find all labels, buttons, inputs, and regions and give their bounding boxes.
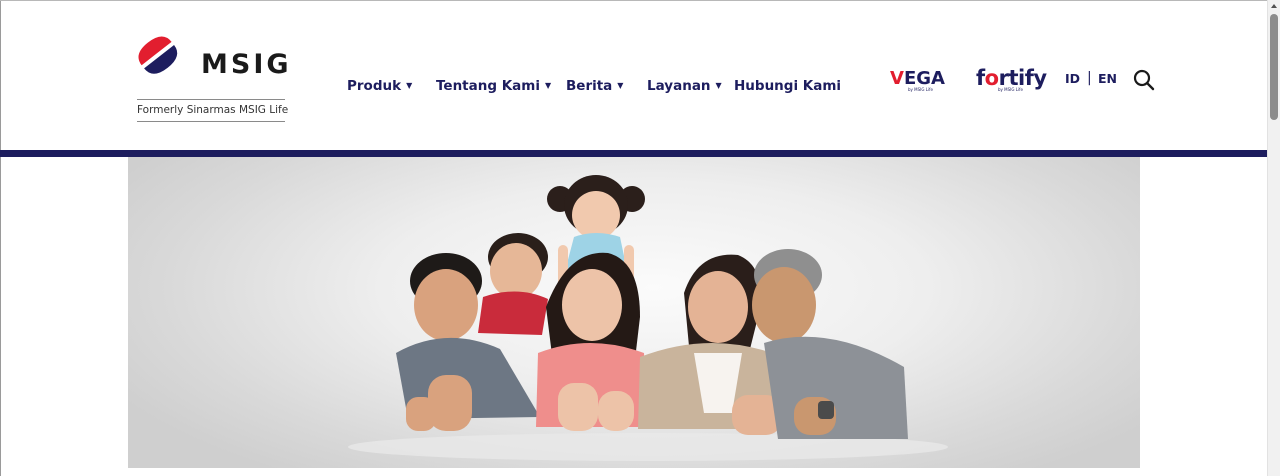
language-option-id[interactable]: ID bbox=[1065, 71, 1080, 87]
nav-item-berita[interactable]: Berita ▼ bbox=[566, 77, 623, 95]
nav-item-label: Layanan bbox=[647, 78, 711, 94]
page-scrollbar[interactable] bbox=[1267, 0, 1280, 476]
nav-item-label: Hubungi Kami bbox=[734, 78, 842, 94]
brand-name: MSIG bbox=[201, 49, 292, 80]
nav-item-layanan[interactable]: Layanan ▼ bbox=[647, 77, 722, 95]
page: MSIG Formerly Sinarmas MSIG Life Produk … bbox=[0, 0, 1280, 476]
hero-banner bbox=[128, 157, 1140, 468]
vega-logo-link[interactable]: VEGA by MSIG Life bbox=[890, 68, 960, 94]
nav-item-produk[interactable]: Produk ▼ bbox=[347, 77, 412, 95]
nav-item-hubungi-kami[interactable]: Hubungi Kami bbox=[734, 77, 841, 95]
msig-logo-link[interactable]: MSIG Formerly Sinarmas MSIG Life bbox=[137, 31, 289, 123]
nav-item-tentang-kami[interactable]: Tentang Kami ▼ bbox=[436, 77, 551, 95]
vega-logo-sub: by MSIG Life bbox=[908, 87, 933, 92]
scrollbar-thumb[interactable] bbox=[1270, 14, 1278, 120]
header-divider bbox=[0, 150, 1267, 157]
scroll-up-arrow-icon[interactable] bbox=[1271, 4, 1277, 8]
caret-down-icon: ▼ bbox=[617, 81, 624, 90]
msig-logo-icon bbox=[138, 36, 178, 74]
language-option-en[interactable]: EN bbox=[1098, 71, 1117, 87]
fortify-logo-link[interactable]: fortify by MSIG Life bbox=[976, 65, 1047, 95]
search-button[interactable] bbox=[1132, 68, 1156, 92]
caret-down-icon: ▼ bbox=[715, 81, 722, 90]
caret-down-icon: ▼ bbox=[406, 81, 413, 90]
nav-item-label: Tentang Kami bbox=[436, 78, 540, 94]
search-icon bbox=[1133, 69, 1155, 91]
site-header: MSIG Formerly Sinarmas MSIG Life Produk … bbox=[1, 1, 1267, 150]
fortify-logo-sub: by MSIG Life bbox=[998, 87, 1023, 92]
nav-item-label: Berita bbox=[566, 78, 613, 94]
nav-item-label: Produk bbox=[347, 78, 402, 94]
caret-down-icon: ▼ bbox=[545, 81, 552, 90]
brand-tagline: Formerly Sinarmas MSIG Life bbox=[137, 99, 288, 122]
family-photo bbox=[348, 175, 948, 461]
language-separator: | bbox=[1087, 70, 1092, 86]
